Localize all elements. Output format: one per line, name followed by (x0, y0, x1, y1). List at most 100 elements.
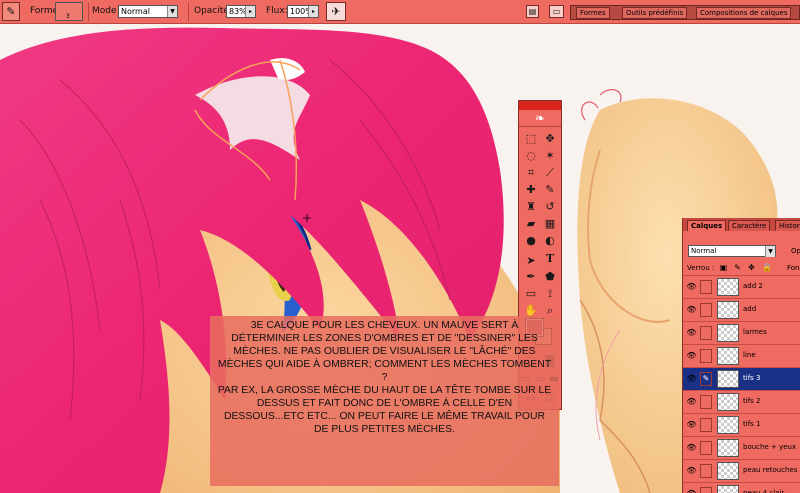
link-slot[interactable] (700, 395, 712, 409)
visibility-eye-icon[interactable]: 👁 (686, 373, 697, 384)
layer-name: tifs 1 (743, 420, 761, 428)
tab-outils-predefinis[interactable]: Outils prédéfinis (622, 7, 688, 19)
link-slot[interactable] (700, 280, 712, 294)
visibility-eye-icon[interactable]: 👁 (686, 465, 697, 476)
brush-icon[interactable]: ✎ (700, 372, 712, 386)
chevron-right-icon: ▸ (308, 6, 318, 17)
link-slot[interactable] (700, 418, 712, 432)
crop-tool-icon[interactable]: ⌗ (522, 165, 540, 181)
layer-row[interactable]: 👁 tifs 2 (683, 390, 800, 413)
divider (88, 3, 89, 21)
options-bar: ✎ Forme: 3 Mode : Normal ▼ Opacité: 83% … (0, 0, 800, 24)
layer-thumbnail (717, 416, 739, 434)
lock-all-icon[interactable]: 🔒 (762, 263, 772, 272)
lock-transparency-icon[interactable]: ▣ (719, 263, 728, 272)
link-slot[interactable] (700, 441, 712, 455)
slice-tool-icon[interactable]: ⟋ (541, 165, 559, 181)
layer-row[interactable]: 👁 peau retouches fond (683, 459, 800, 482)
layer-thumbnail (717, 301, 739, 319)
tab-formes[interactable]: Formes (576, 7, 610, 19)
dodge-tool-icon[interactable]: ◐ (541, 233, 559, 249)
tab-historique[interactable]: Historique (775, 220, 800, 231)
file-browser-icon[interactable]: ▤ (526, 5, 539, 18)
eyedropper-icon[interactable]: ⟟ (541, 286, 559, 302)
marquee-tool-icon[interactable]: ⬚ (522, 131, 540, 147)
blur-tool-icon[interactable]: ● (522, 233, 540, 249)
chevron-right-icon: ▸ (245, 6, 255, 17)
layer-row[interactable]: 👁 bouche + yeux (683, 436, 800, 459)
brush-size-value: 3 (66, 13, 70, 20)
link-slot[interactable] (700, 349, 712, 363)
layer-row[interactable]: 👁 larmes (683, 321, 800, 344)
tab-caractere[interactable]: Caractère (728, 220, 771, 231)
visibility-eye-icon[interactable]: 👁 (686, 442, 697, 453)
tool-preset-picker[interactable]: ✎ (2, 2, 20, 21)
layers-tab-bar: Calques Caractère Historique (683, 218, 800, 231)
move-tool-icon[interactable]: ✥ (541, 131, 559, 147)
layer-thumbnail (717, 370, 739, 388)
link-slot[interactable] (700, 326, 712, 340)
tab-compositions-de-calques[interactable]: Compositions de calques (696, 7, 792, 19)
layer-row[interactable]: 👁 peau 4 clair (683, 482, 800, 493)
visibility-eye-icon[interactable]: 👁 (686, 281, 697, 292)
visibility-eye-icon[interactable]: 👁 (686, 488, 697, 493)
flow-field[interactable]: 100% ▸ (287, 5, 319, 18)
layer-name: peau 4 clair (743, 489, 785, 493)
pen-tool-icon[interactable]: ✒ (522, 269, 540, 285)
layer-row[interactable]: 👁 tifs 1 (683, 413, 800, 436)
visibility-eye-icon[interactable]: 👁 (686, 350, 697, 361)
layer-thumbnail (717, 347, 739, 365)
airbrush-toggle[interactable]: ✈ (326, 2, 346, 21)
layer-row[interactable]: 👁 line (683, 344, 800, 367)
visibility-eye-icon[interactable]: 👁 (686, 396, 697, 407)
eraser-tool-icon[interactable]: ▰ (522, 216, 540, 232)
gradient-tool-icon[interactable]: ▦ (541, 216, 559, 232)
chevron-down-icon: ▼ (765, 246, 775, 257)
layer-name: bouche + yeux (743, 443, 797, 451)
layer-name: larmes (743, 328, 767, 336)
link-slot[interactable] (700, 487, 712, 493)
link-slot[interactable] (700, 303, 712, 317)
lasso-tool-icon[interactable]: ◌ (522, 148, 540, 164)
brush-tool-icon: ✎ (6, 5, 16, 18)
lock-label: Verrou : (687, 264, 715, 272)
mode-select[interactable]: Normal ▼ (118, 5, 178, 18)
clone-stamp-icon[interactable]: ♜ (522, 199, 540, 215)
lock-position-icon[interactable]: ✥ (747, 263, 756, 272)
shape-tool-icon[interactable]: ⬟ (541, 269, 559, 285)
layer-row[interactable]: 👁 add 2 (683, 275, 800, 298)
healing-brush-icon[interactable]: ✚ (522, 182, 540, 198)
layer-thumbnail (717, 324, 739, 342)
toolbox-title-bar[interactable] (519, 101, 561, 110)
blend-mode-select[interactable]: Normal ▼ (688, 245, 776, 257)
layer-name: add 2 (743, 282, 763, 290)
layer-thumbnail (717, 393, 739, 411)
mode-value: Normal (121, 7, 150, 16)
layer-thumbnail (717, 278, 739, 296)
visibility-eye-icon[interactable]: 👁 (686, 327, 697, 338)
link-slot[interactable] (700, 464, 712, 478)
layer-row[interactable]: 👁 add (683, 298, 800, 321)
layer-name: peau retouches fond (743, 466, 800, 474)
blend-mode-value: Normal (691, 247, 717, 255)
visibility-eye-icon[interactable]: 👁 (686, 304, 697, 315)
path-select-icon[interactable]: ➤ (522, 253, 540, 269)
feather-logo-icon[interactable]: ❧ (519, 110, 561, 127)
magic-wand-icon[interactable]: ✶ (541, 148, 559, 164)
layer-row[interactable]: 👁 ✎ tifs 3 (683, 367, 800, 390)
dock-palette-icon[interactable]: ▭ (549, 5, 564, 18)
opacity-field[interactable]: 83% ▸ (226, 5, 256, 18)
brush-preset-picker[interactable]: 3 (55, 2, 83, 21)
lock-pixels-icon[interactable]: ✎ (733, 263, 742, 272)
type-tool-icon[interactable]: T (541, 251, 559, 267)
palette-well: Formes Outils prédéfinis Compositions de… (570, 5, 800, 20)
layer-thumbnail (717, 485, 739, 493)
tab-calques[interactable]: Calques (687, 220, 727, 231)
notes-tool-icon[interactable]: ▭ (522, 286, 540, 302)
brush-tool-icon[interactable]: ✎ (541, 182, 559, 198)
divider (188, 3, 189, 21)
visibility-eye-icon[interactable]: 👁 (686, 419, 697, 430)
layer-opacity-label: Opacité (791, 247, 800, 255)
layer-name: tifs 3 (743, 374, 761, 382)
history-brush-icon[interactable]: ↺ (541, 199, 559, 215)
